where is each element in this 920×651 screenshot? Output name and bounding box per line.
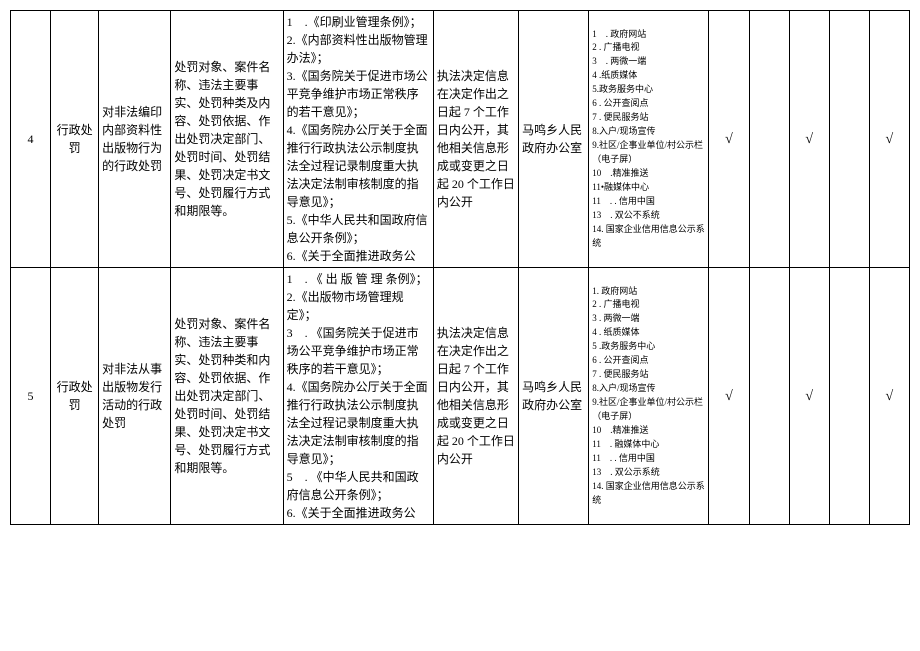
table-body: 4 行政处罚 对非法编印内部资料性出版物行为的行政处罚 处罚对象、案件名称、违法… [11,11,910,525]
disclosure-table: 4 行政处罚 对非法编印内部资料性出版物行为的行政处罚 处罚对象、案件名称、违法… [10,10,910,525]
cell-chk2 [749,268,789,525]
cell-chk2 [749,11,789,268]
cell-content: 处罚对象、案件名称、违法主要事实、处罚种类及内容、处罚依据、作出处罚决定部门、处… [171,11,283,268]
cell-channel: 1. 政府网站 2 . 广播电视 3 . 两微一端 4 . 纸质媒体 5 .政务… [589,268,709,525]
cell-content: 处罚对象、案件名称、违法主要事实、处罚种类和内容、处罚依据、作出处罚决定部门、处… [171,268,283,525]
table-row: 4 行政处罚 对非法编印内部资料性出版物行为的行政处罚 处罚对象、案件名称、违法… [11,11,910,268]
cell-chk3: √ [789,268,829,525]
cell-chk3: √ [789,11,829,268]
cell-time: 执法决定信息在决定作出之日起 7 个工作日内公开，其他相关信息形成或变更之日起 … [433,268,518,525]
cell-category: 行政处罚 [51,11,99,268]
cell-subject: 马鸣乡人民政府办公室 [519,11,589,268]
cell-matter: 对非法编印内部资料性出版物行为的行政处罚 [99,11,171,268]
cell-basis: 1 . 《 出 版 管 理 条例》； 2.《出版物市场管理规定》； 3 . 《国… [283,268,433,525]
cell-chk5: √ [869,268,909,525]
cell-chk4 [829,11,869,268]
cell-chk5: √ [869,11,909,268]
cell-time: 执法决定信息在决定作出之日起 7 个工作日内公开，其他相关信息形成或变更之日起 … [433,11,518,268]
cell-matter: 对非法从事出版物发行活动的行政处罚 [99,268,171,525]
cell-chk4 [829,268,869,525]
cell-category: 行政处罚 [51,268,99,525]
cell-seq: 4 [11,11,51,268]
table-row: 5 行政处罚 对非法从事出版物发行活动的行政处罚 处罚对象、案件名称、违法主要事… [11,268,910,525]
cell-seq: 5 [11,268,51,525]
cell-basis: 1 .《印刷业管理条例》； 2.《内部资料性出版物管理办法》； 3.《国务院关于… [283,11,433,268]
cell-chk1: √ [709,268,749,525]
cell-channel: 1 . 政府网站 2 . 广播电视 3 . 两微一端 4 .纸质媒体 5.政务服… [589,11,709,268]
cell-chk1: √ [709,11,749,268]
cell-subject: 马鸣乡人民政府办公室 [519,268,589,525]
